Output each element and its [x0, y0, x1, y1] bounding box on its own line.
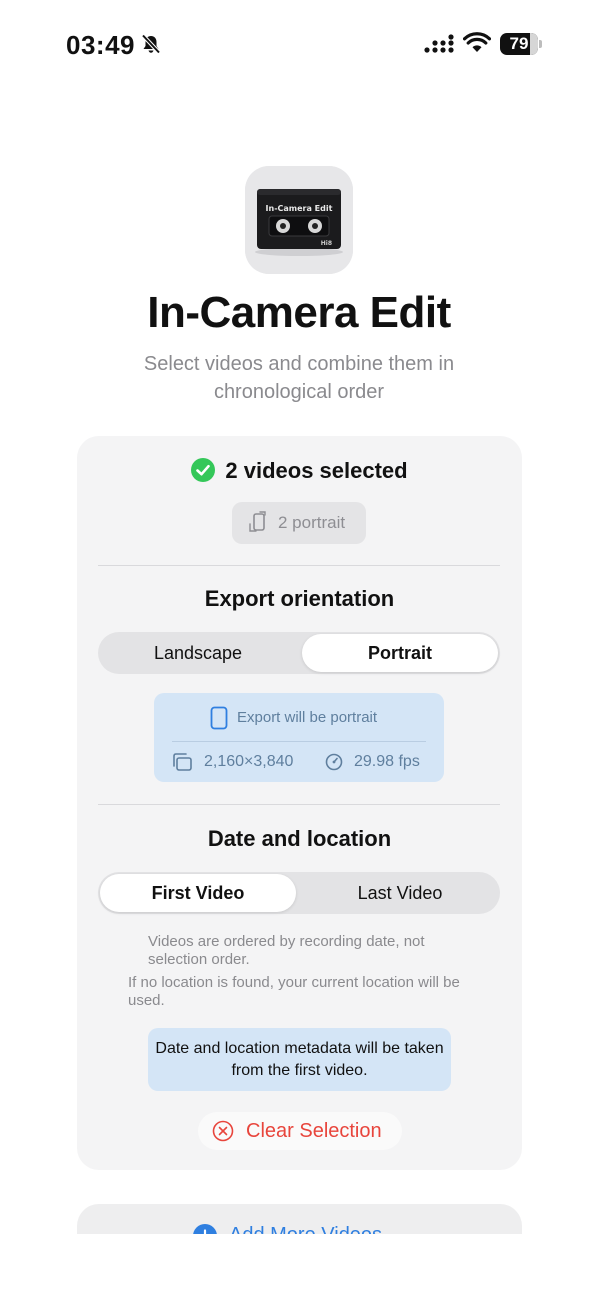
- page-subtitle: Select videos and combine them in chrono…: [143, 353, 455, 403]
- battery-icon: 79: [500, 33, 544, 55]
- add-more-videos-button[interactable]: Add More Videos: [77, 1204, 522, 1234]
- svg-text:In-Camera Edit: In-Camera Edit: [266, 204, 333, 213]
- x-circle-icon: [212, 1120, 234, 1142]
- ordering-note: Videos are ordered by recording date, no…: [148, 933, 425, 968]
- export-orientation-note: Export will be portrait: [237, 709, 378, 726]
- status-bar: 03:49 79: [0, 0, 598, 90]
- selection-summary: 2 videos selected: [77, 458, 522, 488]
- rotate-device-icon: [249, 511, 266, 532]
- signal-icon: [424, 34, 454, 53]
- orientation-chip: 2 portrait: [232, 502, 366, 544]
- stacked-frames-icon: [173, 753, 192, 771]
- divider: [172, 741, 426, 742]
- wifi-icon: [463, 32, 491, 52]
- date-location-title: Date and location: [207, 826, 392, 851]
- orientation-chip-label: 2 portrait: [278, 513, 346, 532]
- metadata-info-box: Date and location metadata will be taken…: [148, 1028, 451, 1091]
- export-orientation-title: Export orientation: [204, 586, 395, 611]
- export-resolution: 2,160×3,840: [204, 753, 294, 770]
- divider: [98, 565, 500, 566]
- selection-card: 2 videos selected 2 portrait Export orie…: [77, 436, 522, 1170]
- segment-landscape[interactable]: Landscape: [100, 634, 296, 672]
- plus-circle-icon: [193, 1224, 217, 1234]
- export-frame-rate: 29.98 fps: [354, 753, 420, 770]
- segment-portrait[interactable]: Portrait: [302, 634, 498, 672]
- portrait-phone-icon: [210, 706, 228, 730]
- checkmark-circle-icon: [191, 458, 216, 482]
- page-title: In-Camera Edit: [147, 288, 451, 337]
- bottom-scroll-area: Add More Videos: [0, 1196, 598, 1234]
- segment-first-video[interactable]: First Video: [100, 874, 296, 912]
- cassette-tape-icon: In-Camera Edit Hi8: [245, 166, 353, 274]
- add-more-videos-label: Add More Videos: [229, 1224, 382, 1234]
- status-time: 03:49: [66, 30, 135, 60]
- svg-text:Hi8: Hi8: [321, 240, 332, 247]
- date-location-control: First Video Last Video: [98, 872, 500, 914]
- gauge-icon: [325, 753, 343, 771]
- segment-last-video[interactable]: Last Video: [302, 874, 498, 912]
- battery-level: 79: [509, 34, 529, 53]
- clear-selection-label: Clear Selection: [246, 1120, 382, 1142]
- divider: [98, 804, 500, 805]
- clear-selection-button[interactable]: Clear Selection: [198, 1112, 402, 1150]
- location-note: If no location is found, your current lo…: [128, 974, 460, 1009]
- bell-slash-icon: [141, 34, 161, 54]
- selection-count: 2 videos selected: [225, 458, 408, 483]
- export-orientation-control: Landscape Portrait: [98, 632, 500, 674]
- export-info-box: Export will be portrait 2,160×3,840 29.9…: [154, 693, 444, 782]
